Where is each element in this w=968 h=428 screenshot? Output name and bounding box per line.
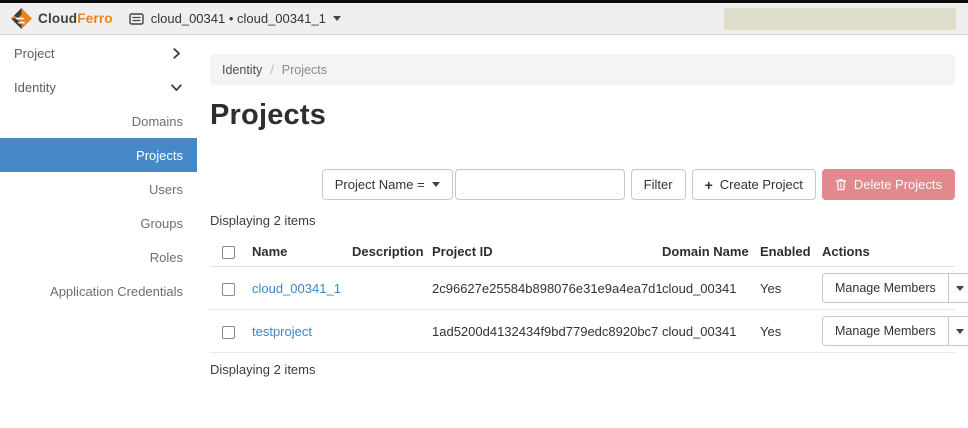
delete-projects-label: Delete Projects: [854, 177, 942, 192]
column-header-project-id: Project ID: [432, 237, 662, 267]
select-all-checkbox[interactable]: [222, 246, 235, 259]
sidebar-item-application-credentials[interactable]: Application Credentials: [0, 274, 197, 308]
breadcrumb-separator: /: [270, 63, 273, 77]
cell-project-id: 1ad5200d4132434f9bd779edc8920bc7: [432, 310, 662, 353]
cell-enabled: Yes: [760, 267, 822, 310]
column-header-description: Description: [352, 237, 432, 267]
caret-down-icon: [333, 16, 341, 21]
table-row: testproject 1ad5200d4132434f9bd779edc892…: [210, 310, 955, 353]
manage-members-button[interactable]: Manage Members: [822, 316, 949, 346]
project-link[interactable]: testproject: [252, 324, 312, 339]
cell-enabled: Yes: [760, 310, 822, 353]
row-actions-toggle[interactable]: [948, 316, 968, 346]
sidebar: Project Identity Domains Projects Users …: [0, 35, 197, 428]
row-actions-toggle[interactable]: [948, 273, 968, 303]
caret-down-icon: [956, 286, 964, 291]
page-title: Projects: [210, 99, 955, 132]
row-checkbox[interactable]: [222, 326, 235, 339]
manage-members-button[interactable]: Manage Members: [822, 273, 949, 303]
sidebar-item-users[interactable]: Users: [0, 172, 197, 206]
delete-projects-button[interactable]: Delete Projects: [822, 169, 955, 200]
sidebar-item-groups[interactable]: Groups: [0, 206, 197, 240]
filter-field-dropdown[interactable]: Project Name =: [322, 169, 453, 200]
item-count-bottom: Displaying 2 items: [210, 362, 955, 377]
breadcrumb: Identity / Projects: [210, 54, 955, 85]
cell-domain-name: cloud_00341: [662, 267, 760, 310]
row-checkbox[interactable]: [222, 283, 235, 296]
caret-down-icon: [956, 329, 964, 334]
column-header-domain-name: Domain Name: [662, 237, 760, 267]
caret-down-icon: [432, 182, 440, 187]
cell-description: [352, 310, 432, 353]
sidebar-section-label: Project: [14, 46, 169, 61]
project-switcher-icon: [129, 13, 144, 25]
project-switcher[interactable]: cloud_00341 • cloud_00341_1: [129, 11, 341, 26]
sidebar-section-identity[interactable]: Identity: [0, 70, 197, 104]
project-switcher-label: cloud_00341 • cloud_00341_1: [151, 11, 326, 26]
sidebar-item-label: Groups: [140, 216, 183, 231]
main-content: Identity / Projects Projects Project Nam…: [197, 35, 968, 428]
sidebar-item-label: Projects: [136, 148, 183, 163]
trash-icon: [835, 178, 847, 191]
plus-icon: +: [705, 178, 713, 192]
cloudferro-logo[interactable]: CloudFerro: [10, 7, 113, 30]
column-header-name: Name: [252, 237, 352, 267]
filter-field-label: Project Name =: [335, 177, 425, 192]
projects-table: Name Description Project ID Domain Name …: [210, 237, 955, 353]
cell-project-id: 2c96627e25584b898076e31e9a4ea7d1: [432, 267, 662, 310]
column-header-actions: Actions: [822, 237, 955, 267]
chevron-right-icon: [169, 46, 183, 60]
create-project-label: Create Project: [720, 177, 803, 192]
project-link[interactable]: cloud_00341_1: [252, 281, 341, 296]
filter-button[interactable]: Filter: [631, 169, 686, 200]
top-navbar: CloudFerro cloud_00341 • cloud_00341_1: [0, 0, 968, 35]
table-toolbar: Project Name = Filter + Create Project D…: [210, 169, 955, 200]
masked-user-menu-region: [724, 8, 956, 30]
sidebar-item-label: Roles: [150, 250, 183, 265]
table-header-row: Name Description Project ID Domain Name …: [210, 237, 955, 267]
cell-description: [352, 267, 432, 310]
sidebar-item-label: Domains: [132, 114, 183, 129]
breadcrumb-item-identity: Identity: [222, 63, 262, 77]
cell-domain-name: cloud_00341: [662, 310, 760, 353]
chevron-down-icon: [169, 80, 183, 94]
sidebar-item-label: Application Credentials: [50, 284, 183, 299]
breadcrumb-item-projects: Projects: [282, 63, 327, 77]
brand-text-ferro: Ferro: [77, 11, 113, 26]
filter-input[interactable]: [455, 169, 625, 200]
sidebar-section-label: Identity: [14, 80, 169, 95]
sidebar-section-project[interactable]: Project: [0, 36, 197, 70]
cloudferro-logo-icon: [10, 7, 33, 30]
sidebar-item-label: Users: [149, 182, 183, 197]
create-project-button[interactable]: + Create Project: [692, 169, 816, 200]
column-header-enabled: Enabled: [760, 237, 822, 267]
brand-text-cloud: Cloud: [38, 11, 77, 26]
table-row: cloud_00341_1 2c96627e25584b898076e31e9a…: [210, 267, 955, 310]
item-count-top: Displaying 2 items: [210, 213, 955, 228]
sidebar-item-domains[interactable]: Domains: [0, 104, 197, 138]
sidebar-item-roles[interactable]: Roles: [0, 240, 197, 274]
sidebar-item-projects[interactable]: Projects: [0, 138, 197, 172]
